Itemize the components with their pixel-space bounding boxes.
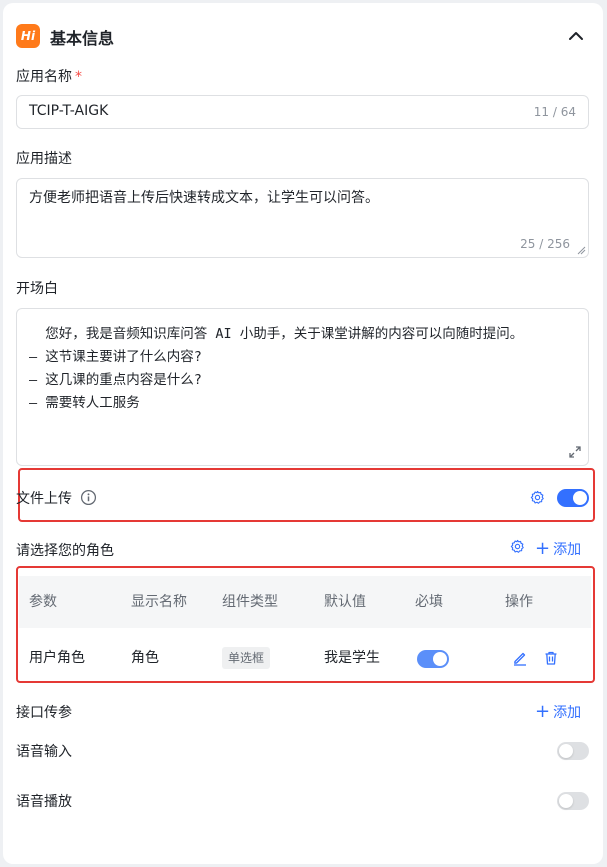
- api-params-add-button[interactable]: + 添加: [535, 702, 581, 722]
- api-params-add-label: 添加: [553, 705, 582, 721]
- role-select-label: 请选择您的角色: [16, 543, 114, 559]
- delete-icon[interactable]: [543, 650, 559, 666]
- api-params-label: 接口传参: [16, 705, 72, 721]
- app-desc-value: 方便老师把语音上传后快速转成文本，让学生可以问答。: [29, 190, 379, 206]
- role-add-label: 添加: [553, 542, 582, 558]
- app-desc-counter: 25 / 256: [520, 237, 570, 251]
- cell-default-value: 我是学生: [324, 650, 380, 666]
- opening-label: 开场白: [16, 281, 58, 297]
- required-mark: *: [75, 69, 82, 85]
- app-desc-label: 应用描述: [16, 151, 72, 167]
- opening-line-2: – 这节课主要讲了什么内容?: [29, 349, 202, 365]
- app-name-value: TCIP-T-AIGK: [29, 103, 109, 119]
- opening-line-4: – 需要转人工服务: [29, 395, 140, 411]
- role-settings-gear-icon[interactable]: [510, 539, 525, 554]
- expand-icon[interactable]: [568, 445, 582, 459]
- voice-playback-label: 语音播放: [16, 794, 72, 810]
- section-header[interactable]: Hi 基本信息: [16, 22, 596, 50]
- role-add-button[interactable]: + 添加: [535, 539, 581, 559]
- file-upload-settings-gear-icon[interactable]: [530, 490, 545, 505]
- info-icon[interactable]: [80, 489, 97, 506]
- col-component-type: 组件类型: [222, 594, 278, 610]
- role-table: 参数 显示名称 组件类型 默认值 必填 操作 用户角色 角色 单选框 我是学生: [19, 576, 591, 682]
- voice-playback-toggle[interactable]: [557, 792, 589, 810]
- plus-icon: +: [535, 701, 551, 722]
- highlight-box-file-upload: [18, 468, 595, 522]
- col-param: 参数: [29, 594, 57, 610]
- section-title: 基本信息: [50, 29, 115, 48]
- basic-info-panel: Hi 基本信息 应用名称 * TCIP-T-AIGK 11 / 64 应用描述 方…: [3, 3, 603, 864]
- voice-input-label: 语音输入: [16, 744, 72, 760]
- app-name-label: 应用名称 *: [16, 66, 82, 86]
- file-upload-label: 文件上传: [16, 491, 72, 507]
- table-row[interactable]: 用户角色 角色 单选框 我是学生: [19, 631, 591, 685]
- app-desc-textarea[interactable]: 方便老师把语音上传后快速转成文本，让学生可以问答。 25 / 256: [16, 178, 589, 258]
- app-name-input[interactable]: TCIP-T-AIGK 11 / 64: [16, 95, 589, 129]
- opening-line-1: 您好，我是音频知识库问答 AI 小助手，关于课堂讲解的内容可以向随时提问。: [29, 326, 524, 342]
- cell-component-type: 单选框: [222, 631, 271, 685]
- col-actions: 操作: [505, 594, 533, 610]
- voice-input-toggle[interactable]: [557, 742, 589, 760]
- resize-handle-icon[interactable]: [576, 245, 586, 255]
- app-name-label-text: 应用名称: [16, 69, 72, 85]
- col-display-name: 显示名称: [131, 594, 187, 610]
- plus-icon: +: [535, 538, 551, 559]
- opening-line-3: – 这几课的重点内容是什么?: [29, 372, 202, 388]
- component-type-tag: 单选框: [222, 647, 271, 669]
- col-required: 必填: [415, 594, 443, 610]
- required-toggle[interactable]: [417, 650, 449, 668]
- edit-icon[interactable]: [512, 650, 528, 666]
- app-name-counter: 11 / 64: [533, 105, 576, 119]
- app-logo: Hi: [16, 24, 40, 48]
- file-upload-toggle[interactable]: [557, 489, 589, 507]
- cell-param: 用户角色: [29, 650, 85, 666]
- cell-display-name: 角色: [131, 650, 159, 666]
- col-default-value: 默认值: [324, 594, 366, 610]
- opening-editor[interactable]: 您好，我是音频知识库问答 AI 小助手，关于课堂讲解的内容可以向随时提问。 – …: [16, 308, 589, 466]
- table-header: 参数 显示名称 组件类型 默认值 必填 操作: [19, 576, 591, 628]
- chevron-up-icon[interactable]: [566, 26, 586, 46]
